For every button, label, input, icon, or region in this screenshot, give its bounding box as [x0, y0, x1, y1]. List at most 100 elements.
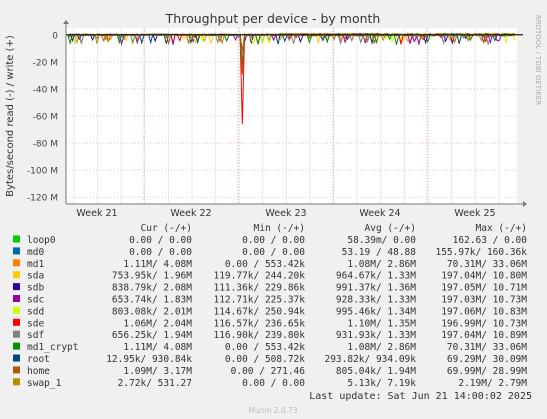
legend-series-name: sdf	[27, 330, 44, 341]
y-axis-label: Bytes/second read (-) / write (+)	[5, 35, 16, 197]
legend-value-max: 197.04M/ 10.80M	[441, 271, 527, 282]
legend-value-cur: 653.74k/ 1.83M	[112, 295, 192, 306]
legend-value-avg: 1.08M/ 2.86M	[347, 259, 416, 270]
legend-value-min: 116.90k/ 239.80k	[213, 330, 305, 341]
legend-value-cur: 1.11M/ 4.08M	[123, 342, 192, 353]
footer: Munin 2.0.73	[248, 406, 297, 415]
legend-series-name: loop0	[27, 235, 56, 246]
legend-series-name: sdb	[27, 283, 44, 294]
legend-series-name: sdd	[27, 306, 44, 317]
legend-value-max: 69.99M/ 28.99M	[447, 366, 527, 377]
legend-swatch	[13, 259, 20, 267]
legend-swatch	[13, 378, 20, 386]
legend-value-cur: 2.72k/ 531.27	[118, 378, 192, 389]
legend-value-min: 119.77k/ 244.20k	[213, 271, 305, 282]
legend-value-max: 155.97k/ 160.36k	[435, 247, 527, 258]
legend-value-min: 0.00 / 0.00	[242, 247, 305, 258]
legend-swatch	[13, 247, 20, 255]
y-tick-label: -80 M	[33, 140, 58, 150]
legend-column-header: Avg (-/+)	[365, 223, 416, 234]
legend-value-max: 197.03M/ 10.73M	[441, 295, 527, 306]
x-axis-arrow	[523, 201, 527, 207]
legend-value-cur: 0.00 / 0.00	[129, 235, 192, 246]
legend-value-avg: 931.93k/ 1.33M	[336, 330, 416, 341]
x-tick-labels: Week 21 Week 22 Week 23 Week 24 Week 25	[76, 208, 495, 219]
legend-value-avg: 58.39m/ 0.00	[347, 235, 416, 246]
legend-series-name: sda	[27, 271, 44, 282]
y-tick-label: 0	[52, 31, 58, 41]
legend-value-max: 162.63 / 0.00	[453, 235, 528, 246]
legend-value-max: 196.99M/ 10.73M	[441, 318, 527, 329]
legend-value-min: 0.00 / 553.42k	[225, 342, 305, 353]
legend-value-max: 69.29M/ 30.09M	[447, 354, 527, 365]
legend-value-cur: 753.95k/ 1.96M	[112, 271, 192, 282]
y-tick-labels: 0 -20 M -40 M -60 M -80 M -100 M -120 M	[27, 31, 58, 203]
legend-swatch	[13, 295, 20, 302]
legend-value-avg: 805.04k/ 1.94M	[336, 366, 416, 377]
legend-series-name: md0	[27, 247, 44, 258]
legend-value-min: 0.00 / 0.00	[242, 378, 305, 389]
legend-value-max: 197.06M/ 10.83M	[441, 306, 527, 317]
legend-value-avg: 928.33k/ 1.33M	[336, 295, 416, 306]
legend-value-cur: 1.06M/ 2.04M	[123, 318, 192, 329]
legend-value-max: 197.04M/ 10.89M	[441, 330, 527, 341]
legend-value-avg: 53.19 / 48.88	[342, 247, 417, 258]
legend-swatch	[13, 354, 20, 362]
legend-column-header: Cur (-/+)	[141, 223, 192, 234]
legend-value-avg: 964.67k/ 1.33M	[336, 271, 416, 282]
x-tick-label: Week 22	[170, 208, 211, 219]
legend-series-name: sde	[27, 318, 44, 329]
y-tick-label: -60 M	[33, 113, 58, 123]
legend-swatch	[13, 342, 20, 350]
legend-column-header: Max (-/+)	[476, 223, 527, 234]
legend-swatch	[13, 318, 20, 326]
legend-value-cur: 12.95k/ 930.84k	[106, 354, 192, 365]
y-axis-arrow	[63, 20, 69, 24]
legend-value-min: 0.00 / 0.00	[242, 235, 305, 246]
legend-swatch	[13, 271, 20, 279]
legend-value-cur: 0.00 / 0.00	[129, 247, 192, 258]
legend-value-min: 112.71k/ 225.37k	[213, 295, 305, 306]
chart-title: Throughput per device - by month	[165, 11, 381, 26]
legend-value-min: 0.00 / 271.46	[231, 366, 306, 377]
legend-value-min: 0.00 / 553.42k	[225, 259, 305, 270]
y-tick-label: -40 M	[33, 85, 58, 95]
legend-value-cur: 1.11M/ 4.08M	[123, 259, 192, 270]
legend-value-min: 114.67k/ 250.94k	[213, 306, 305, 317]
x-tick-label: Week 23	[265, 208, 306, 219]
legend-series-name: home	[27, 366, 50, 377]
legend-value-max: 70.31M/ 33.06M	[447, 342, 527, 353]
legend-value-cur: 803.08k/ 2.01M	[112, 306, 192, 317]
x-tick-label: Week 21	[76, 208, 117, 219]
legend-value-avg: 5.13k/ 7.19k	[347, 378, 416, 389]
legend-series-name: md1_crypt	[27, 342, 78, 353]
legend-swatch	[13, 235, 20, 243]
legend-column-header: Min (-/+)	[254, 223, 305, 234]
legend-series-name: root	[27, 354, 50, 365]
legend-value-cur: 656.25k/ 1.94M	[112, 330, 192, 341]
legend-value-min: 111.36k/ 229.86k	[213, 283, 305, 294]
legend-swatch	[13, 306, 20, 314]
side-label: RRDTOOL / TOBI OETIKER	[534, 15, 542, 105]
last-update: Last update: Sat Jun 21 14:00:02 2025	[309, 391, 532, 402]
legend-value-avg: 1.10M/ 1.35M	[347, 318, 416, 329]
legend-swatch	[13, 283, 20, 291]
legend-series-name: swap_1	[27, 378, 62, 389]
legend: Cur (-/+) Min (-/+) Avg (-/+) Max (-/+) loop…	[13, 223, 527, 389]
legend-value-avg: 1.08M/ 2.86M	[347, 342, 416, 353]
legend-swatch	[13, 330, 20, 338]
legend-value-cur: 1.09M/ 3.17M	[123, 366, 192, 377]
legend-value-max: 197.05M/ 10.71M	[441, 283, 527, 294]
chart-canvas: Throughput per device - by month Bytes/s…	[5, 11, 542, 415]
legend-series-name: sdc	[27, 295, 44, 306]
legend-value-min: 0.00 / 508.72k	[225, 354, 305, 365]
x-tick-label: Week 24	[359, 208, 400, 219]
legend-series-name: md1	[27, 259, 44, 270]
legend-value-avg: 991.37k/ 1.36M	[336, 283, 416, 294]
x-tick-label: Week 25	[454, 208, 495, 219]
legend-value-max: 70.31M/ 33.06M	[447, 259, 527, 270]
y-tick-label: -100 M	[27, 167, 58, 177]
legend-swatch	[13, 366, 20, 374]
legend-value-avg: 293.82k/ 934.09k	[324, 354, 416, 365]
legend-value-min: 116.57k/ 236.65k	[213, 318, 305, 329]
